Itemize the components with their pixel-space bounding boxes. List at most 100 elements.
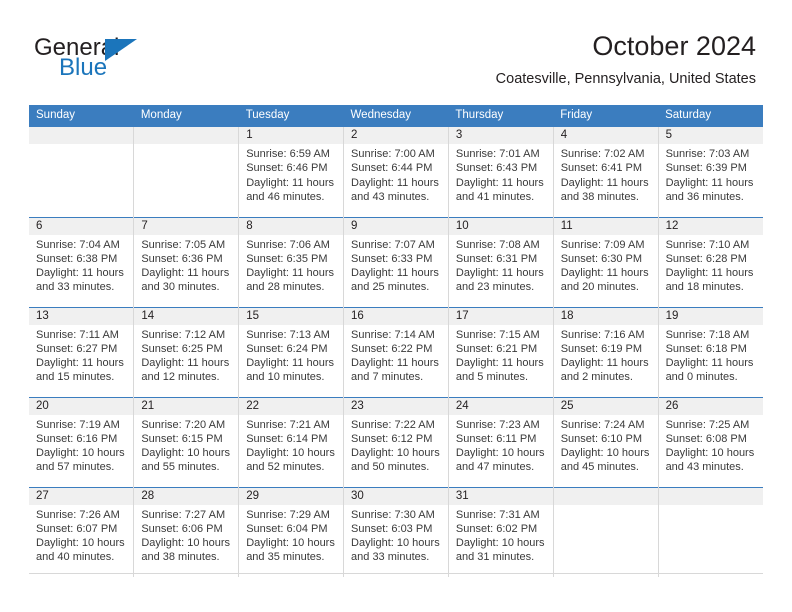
general-blue-logo[interactable]: General Blue bbox=[34, 34, 234, 86]
sunrise-text: Sunrise: 7:00 AM bbox=[351, 148, 435, 160]
daylight-text-line2: and 40 minutes. bbox=[36, 551, 115, 564]
sunrise-text: Sunrise: 7:13 AM bbox=[246, 328, 330, 341]
day-cell[interactable]: 6 Sunrise: 7:04 AM Sunset: 6:38 PM Dayli… bbox=[29, 216, 135, 307]
day-cell[interactable]: 23 Sunrise: 7:22 AM Sunset: 6:12 PM Dayl… bbox=[343, 396, 449, 487]
sunrise-text: Sunrise: 7:30 AM bbox=[351, 508, 435, 521]
day-cell[interactable]: 20 Sunrise: 7:19 AM Sunset: 6:16 PM Dayl… bbox=[29, 396, 135, 487]
day-cell[interactable]: 17 Sunrise: 7:15 AM Sunset: 6:21 PM Dayl… bbox=[448, 306, 554, 397]
day-cell[interactable] bbox=[133, 127, 240, 217]
day-info: Sunrise: 7:10 AM Sunset: 6:28 PM Dayligh… bbox=[659, 235, 763, 295]
day-cell[interactable]: 7 Sunrise: 7:05 AM Sunset: 6:36 PM Dayli… bbox=[133, 216, 240, 307]
sunrise-text: Sunrise: 7:25 AM bbox=[665, 418, 750, 431]
sunset-text: Sunset: 6:18 PM bbox=[665, 342, 747, 355]
sunset-text: Sunset: 6:16 PM bbox=[36, 432, 118, 445]
day-cell[interactable]: 31 Sunrise: 7:31 AM Sunset: 6:02 PM Dayl… bbox=[448, 486, 554, 577]
day-number: 24 bbox=[448, 397, 553, 415]
day-info: Sunrise: 7:26 AM Sunset: 6:07 PM Dayligh… bbox=[29, 505, 133, 565]
day-cell[interactable] bbox=[658, 486, 763, 577]
daylight-text-line2: and 55 minutes. bbox=[141, 461, 220, 474]
daylight-text-line1: Daylight: 10 hours bbox=[141, 447, 231, 460]
day-number: 4 bbox=[553, 127, 658, 144]
daylight-text-line1: Daylight: 11 hours bbox=[351, 357, 439, 370]
day-cell[interactable]: 26 Sunrise: 7:25 AM Sunset: 6:08 PM Dayl… bbox=[658, 396, 763, 487]
day-cell[interactable]: 12 Sunrise: 7:10 AM Sunset: 6:28 PM Dayl… bbox=[658, 216, 763, 307]
day-cell[interactable]: 10 Sunrise: 7:08 AM Sunset: 6:31 PM Dayl… bbox=[448, 216, 554, 307]
day-cell[interactable]: 28 Sunrise: 7:27 AM Sunset: 6:06 PM Dayl… bbox=[133, 486, 240, 577]
day-cell[interactable]: 24 Sunrise: 7:23 AM Sunset: 6:11 PM Dayl… bbox=[448, 396, 554, 487]
weekday-header-thursday: Thursday bbox=[448, 105, 554, 127]
title-block: October 2024 Coatesville, Pennsylvania, … bbox=[496, 30, 756, 88]
daylight-text-line2: and 36 minutes. bbox=[665, 190, 744, 203]
day-cell[interactable] bbox=[553, 486, 659, 577]
day-cell[interactable]: 15 Sunrise: 7:13 AM Sunset: 6:24 PM Dayl… bbox=[238, 306, 345, 397]
day-cell[interactable]: 5 Sunrise: 7:03 AM Sunset: 6:39 PM Dayli… bbox=[658, 127, 763, 217]
sunrise-text: Sunrise: 7:06 AM bbox=[246, 238, 330, 251]
day-cell[interactable]: 9 Sunrise: 7:07 AM Sunset: 6:33 PM Dayli… bbox=[343, 216, 449, 307]
day-cell[interactable]: 19 Sunrise: 7:18 AM Sunset: 6:18 PM Dayl… bbox=[658, 306, 763, 397]
day-cell[interactable]: 22 Sunrise: 7:21 AM Sunset: 6:14 PM Dayl… bbox=[238, 396, 345, 487]
weekday-header-monday: Monday bbox=[133, 105, 239, 127]
daylight-text-line2: and 52 minutes. bbox=[246, 461, 325, 474]
daylight-text-line2: and 35 minutes. bbox=[246, 551, 325, 564]
daylight-text-line1: Daylight: 11 hours bbox=[246, 267, 335, 280]
day-cell[interactable]: 16 Sunrise: 7:14 AM Sunset: 6:22 PM Dayl… bbox=[343, 306, 449, 397]
day-number: 16 bbox=[344, 307, 448, 325]
day-info: Sunrise: 7:05 AM Sunset: 6:36 PM Dayligh… bbox=[134, 235, 238, 295]
day-info: Sunrise: 7:12 AM Sunset: 6:25 PM Dayligh… bbox=[134, 325, 238, 385]
day-cell[interactable]: 14 Sunrise: 7:12 AM Sunset: 6:25 PM Dayl… bbox=[133, 306, 240, 397]
sunset-text: Sunset: 6:06 PM bbox=[141, 522, 223, 535]
weekday-header-saturday: Saturday bbox=[658, 105, 763, 127]
brand-name-blue: Blue bbox=[59, 54, 108, 81]
day-cell[interactable]: 30 Sunrise: 7:30 AM Sunset: 6:03 PM Dayl… bbox=[343, 486, 449, 577]
day-cell[interactable]: 27 Sunrise: 7:26 AM Sunset: 6:07 PM Dayl… bbox=[29, 486, 135, 577]
day-info: Sunrise: 7:16 AM Sunset: 6:19 PM Dayligh… bbox=[554, 325, 658, 385]
day-number bbox=[553, 487, 658, 505]
page-title: October 2024 bbox=[592, 31, 756, 61]
day-cell[interactable]: 2 Sunrise: 7:00 AM Sunset: 6:44 PM Dayli… bbox=[343, 127, 449, 217]
daylight-text-line1: Daylight: 10 hours bbox=[246, 447, 335, 460]
page-header: General Blue October 2024 Coatesville, P… bbox=[0, 0, 792, 100]
day-number: 20 bbox=[29, 397, 134, 415]
day-cell[interactable]: 21 Sunrise: 7:20 AM Sunset: 6:15 PM Dayl… bbox=[133, 396, 240, 487]
day-number: 2 bbox=[344, 127, 448, 144]
day-info: Sunrise: 7:01 AM Sunset: 6:43 PM Dayligh… bbox=[449, 144, 553, 204]
day-info: Sunrise: 7:11 AM Sunset: 6:27 PM Dayligh… bbox=[29, 325, 133, 385]
sunrise-text: Sunrise: 7:18 AM bbox=[665, 328, 750, 341]
daylight-text-line1: Daylight: 11 hours bbox=[141, 357, 230, 370]
day-info: Sunrise: 7:08 AM Sunset: 6:31 PM Dayligh… bbox=[449, 235, 553, 295]
sunset-text: Sunset: 6:31 PM bbox=[455, 252, 538, 265]
day-cell[interactable]: 8 Sunrise: 7:06 AM Sunset: 6:35 PM Dayli… bbox=[238, 216, 345, 307]
sunset-text: Sunset: 6:08 PM bbox=[665, 432, 747, 445]
day-info: Sunrise: 7:25 AM Sunset: 6:08 PM Dayligh… bbox=[659, 415, 763, 475]
day-number: 22 bbox=[239, 397, 344, 415]
day-number: 9 bbox=[344, 217, 448, 235]
sunrise-text: Sunrise: 7:27 AM bbox=[141, 508, 226, 521]
day-info: Sunrise: 7:22 AM Sunset: 6:12 PM Dayligh… bbox=[344, 415, 448, 475]
daylight-text-line2: and 31 minutes. bbox=[455, 551, 535, 564]
sunset-text: Sunset: 6:39 PM bbox=[665, 162, 747, 175]
sunrise-text: Sunrise: 7:15 AM bbox=[455, 328, 540, 341]
day-cell[interactable]: 13 Sunrise: 7:11 AM Sunset: 6:27 PM Dayl… bbox=[29, 306, 135, 397]
day-cell[interactable] bbox=[29, 127, 135, 217]
daylight-text-line2: and 23 minutes. bbox=[455, 281, 535, 294]
sunset-text: Sunset: 6:12 PM bbox=[351, 432, 433, 445]
daylight-text-line2: and 20 minutes. bbox=[560, 281, 639, 294]
daylight-text-line2: and 18 minutes. bbox=[665, 281, 744, 294]
week-row: 1 Sunrise: 6:59 AM Sunset: 6:46 PM Dayli… bbox=[29, 127, 763, 217]
day-info: Sunrise: 7:06 AM Sunset: 6:35 PM Dayligh… bbox=[239, 235, 343, 295]
daylight-text-line1: Daylight: 11 hours bbox=[560, 267, 649, 280]
sunrise-text: Sunrise: 7:16 AM bbox=[560, 328, 645, 341]
day-number bbox=[29, 127, 134, 144]
day-info: Sunrise: 7:00 AM Sunset: 6:44 PM Dayligh… bbox=[344, 144, 448, 204]
day-cell[interactable]: 3 Sunrise: 7:01 AM Sunset: 6:43 PM Dayli… bbox=[448, 127, 554, 217]
day-cell[interactable]: 18 Sunrise: 7:16 AM Sunset: 6:19 PM Dayl… bbox=[553, 306, 659, 397]
sunset-text: Sunset: 6:22 PM bbox=[351, 342, 433, 355]
day-cell[interactable]: 1 Sunrise: 6:59 AM Sunset: 6:46 PM Dayli… bbox=[238, 127, 345, 217]
day-cell[interactable]: 25 Sunrise: 7:24 AM Sunset: 6:10 PM Dayl… bbox=[553, 396, 659, 487]
day-info: Sunrise: 7:13 AM Sunset: 6:24 PM Dayligh… bbox=[239, 325, 343, 385]
day-cell[interactable]: 4 Sunrise: 7:02 AM Sunset: 6:41 PM Dayli… bbox=[553, 127, 659, 217]
day-cell[interactable]: 11 Sunrise: 7:09 AM Sunset: 6:30 PM Dayl… bbox=[553, 216, 659, 307]
day-cell[interactable]: 29 Sunrise: 7:29 AM Sunset: 6:04 PM Dayl… bbox=[238, 486, 345, 577]
daylight-text-line1: Daylight: 11 hours bbox=[455, 176, 544, 189]
day-number: 26 bbox=[658, 397, 763, 415]
